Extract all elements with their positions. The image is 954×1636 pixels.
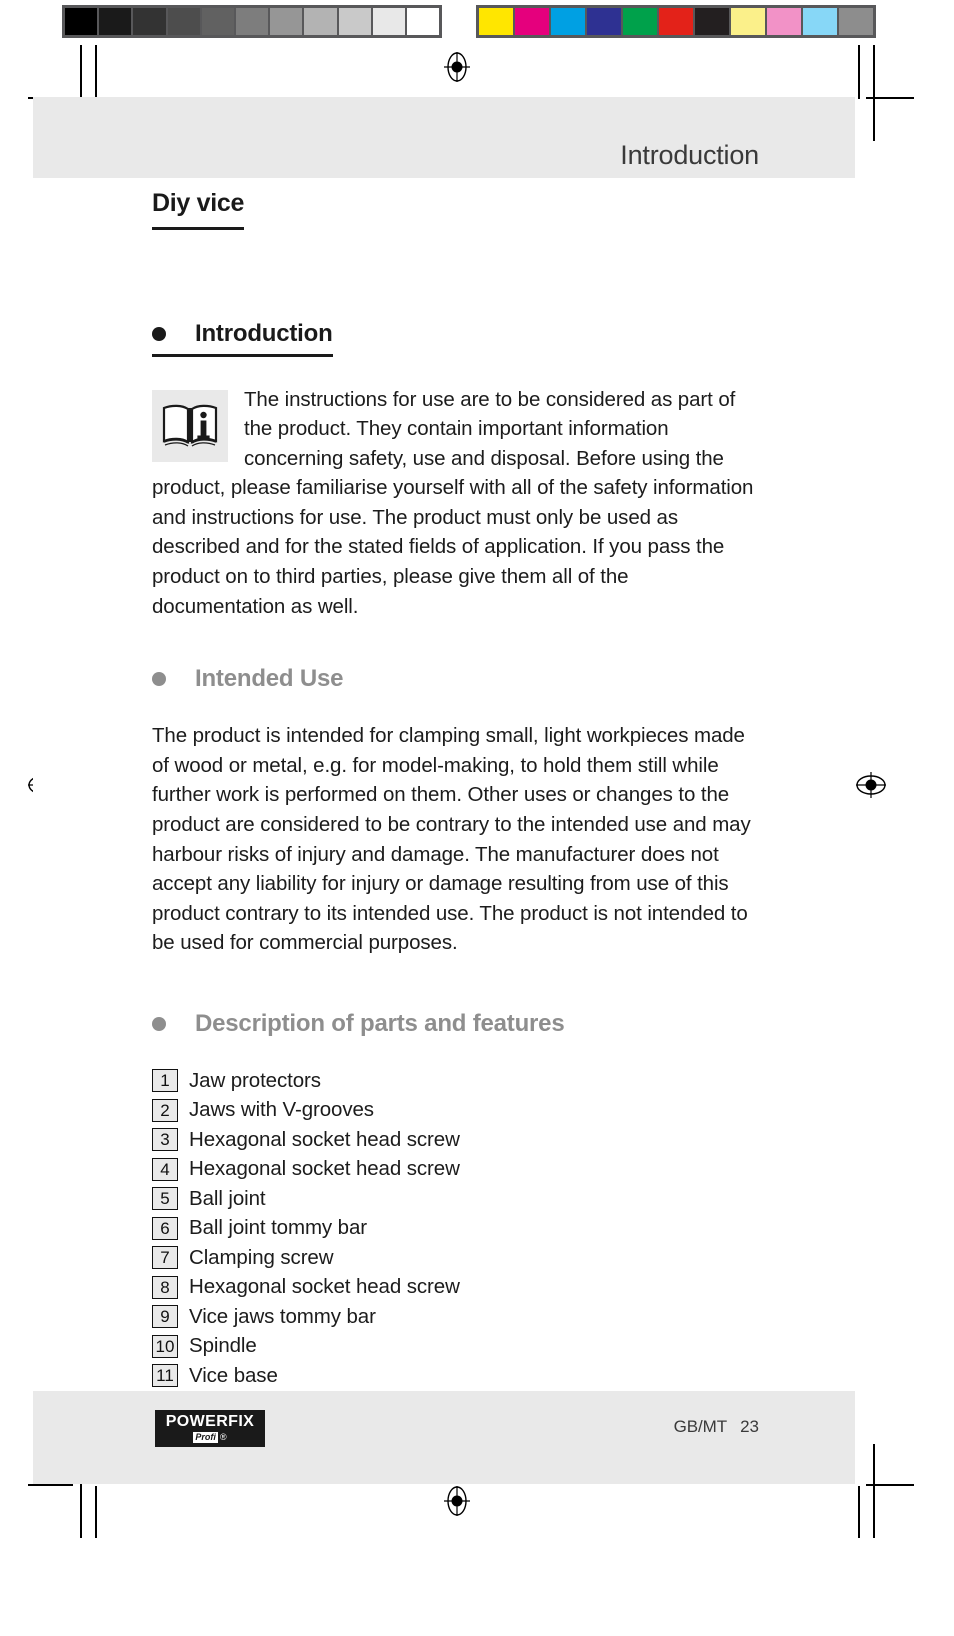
part-number-badge: 9 [152, 1305, 178, 1329]
swatch-group-spacer [442, 5, 476, 38]
part-label: Vice jaws tommy bar [189, 1304, 376, 1328]
parts-list-item: 3 Hexagonal socket head screw [152, 1125, 764, 1155]
part-number-badge: 8 [152, 1275, 178, 1299]
color-swatch-group [476, 5, 876, 38]
crop-mark-top-right-horizontal [866, 97, 914, 99]
crop-mark-bottom-right-vertical [858, 1486, 860, 1538]
color-swatch-1 [515, 8, 549, 35]
color-swatch-7 [731, 8, 765, 35]
crop-mark-top-right-inner-vertical [873, 45, 875, 141]
parts-list-item: 7 Clamping screw [152, 1243, 764, 1273]
part-number-badge: 11 [152, 1364, 178, 1388]
color-swatch-4 [623, 8, 657, 35]
footer-page-number: 23 [740, 1417, 759, 1436]
part-label: Jaws with V-grooves [189, 1098, 374, 1122]
bullet-icon [152, 672, 166, 687]
part-number-badge: 10 [152, 1334, 178, 1358]
parts-list-item: 4 Hexagonal socket head screw [152, 1155, 764, 1185]
print-calibration-strip [62, 5, 876, 38]
page-title: Diy vice [152, 189, 244, 230]
grayscale-swatch-4 [201, 8, 234, 35]
color-swatch-8 [767, 8, 801, 35]
color-swatch-5 [659, 8, 693, 35]
registered-trademark-icon: ® [219, 1432, 227, 1442]
crop-mark-bottom-left-horizontal [28, 1484, 73, 1486]
parts-list-item: 5 Ball joint [152, 1184, 764, 1214]
brand-name: POWERFIX [165, 1413, 255, 1430]
introduction-note-block: The instructions for use are to be consi… [152, 385, 764, 622]
crop-mark-bottom-right-horizontal [866, 1484, 914, 1486]
part-number-badge: 7 [152, 1246, 178, 1270]
grayscale-swatch-5 [235, 8, 269, 35]
section-heading-label: Introduction [195, 319, 333, 347]
crop-mark-bottom-left-vertical [95, 1486, 97, 1538]
crop-mark-top-right-vertical [858, 45, 860, 99]
parts-list-item: 2 Jaws with V-grooves [152, 1096, 764, 1126]
parts-list-item: 9 Vice jaws tommy bar [152, 1302, 764, 1332]
bullet-icon [152, 326, 166, 341]
part-label: Ball joint [189, 1186, 266, 1210]
part-label: Vice base [189, 1363, 278, 1387]
parts-list-item: 11 Vice base [152, 1361, 764, 1391]
color-swatch-0 [479, 8, 513, 35]
parts-list-item: 1 Jaw protectors [152, 1066, 764, 1096]
part-label: Ball joint tommy bar [189, 1216, 368, 1240]
part-number-badge: 1 [152, 1069, 178, 1093]
section-heading-label: Intended Use [195, 665, 344, 693]
part-number-badge: 6 [152, 1216, 178, 1240]
part-number-badge: 2 [152, 1098, 178, 1122]
grayscale-swatch-group [62, 5, 442, 38]
running-header: Introduction [33, 97, 855, 178]
bullet-icon [152, 1017, 166, 1031]
page-footer: POWERFIX Profi ® GB/MT 23 [33, 1391, 855, 1484]
brand-sub-label: Profi [193, 1432, 218, 1443]
part-label: Hexagonal socket head screw [189, 1157, 460, 1181]
section-heading-introduction-wrapper: Introduction [152, 276, 764, 357]
parts-list: 1 Jaw protectors 2 Jaws with V-grooves 3 Hexa… [152, 1066, 764, 1391]
grayscale-swatch-9 [372, 8, 405, 35]
grayscale-swatch-1 [99, 8, 132, 35]
crop-mark-bottom-right-inner-vertical [873, 1444, 875, 1538]
parts-list-item: 8 Hexagonal socket head screw [152, 1273, 764, 1303]
parts-list-item: 10 Spindle [152, 1332, 764, 1362]
grayscale-swatch-0 [65, 8, 98, 35]
introduction-paragraph: The instructions for use are to be consi… [152, 387, 754, 618]
grayscale-swatch-3 [167, 8, 200, 35]
grayscale-swatch-8 [338, 8, 371, 35]
part-label: Spindle [189, 1334, 257, 1358]
grayscale-swatch-6 [270, 8, 303, 35]
grayscale-swatch-2 [133, 8, 166, 35]
part-label: Hexagonal socket head screw [189, 1275, 460, 1299]
open-book-info-icon [152, 389, 228, 462]
section-heading-introduction: Introduction [152, 320, 333, 357]
page-content: Diy vice Introduction The instructions f… [152, 189, 764, 1391]
powerfix-brand-logo: POWERFIX Profi ® [155, 1410, 265, 1447]
intended-use-paragraph: The product is intended for clamping sma… [152, 724, 751, 955]
running-header-title: Introduction [620, 140, 759, 170]
registration-mark-top [442, 52, 472, 82]
part-number-badge: 5 [152, 1187, 178, 1211]
brand-sub-wrapper: Profi ® [193, 1432, 227, 1443]
part-number-badge: 4 [152, 1157, 178, 1181]
registration-mark-right [856, 770, 886, 800]
color-swatch-2 [551, 8, 585, 35]
section-heading-intended-use: Intended Use [152, 665, 764, 693]
part-number-badge: 3 [152, 1128, 178, 1152]
parts-list-item: 6 Ball joint tommy bar [152, 1214, 764, 1244]
part-label: Clamping screw [189, 1245, 334, 1269]
registration-mark-bottom [442, 1486, 472, 1516]
grayscale-swatch-7 [304, 8, 337, 35]
color-swatch-3 [587, 8, 621, 35]
color-swatch-10 [839, 8, 873, 35]
color-swatch-6 [695, 8, 729, 35]
color-swatch-9 [803, 8, 837, 35]
section-heading-label: Description of parts and features [195, 1010, 565, 1037]
part-label: Jaw protectors [189, 1068, 321, 1092]
grayscale-swatch-10 [406, 8, 440, 35]
section-heading-description-of-parts: Description of parts and features [152, 1010, 764, 1038]
part-label: Hexagonal socket head screw [189, 1127, 460, 1151]
crop-mark-top-left-vertical [95, 45, 97, 99]
footer-locale: GB/MT [673, 1417, 727, 1436]
